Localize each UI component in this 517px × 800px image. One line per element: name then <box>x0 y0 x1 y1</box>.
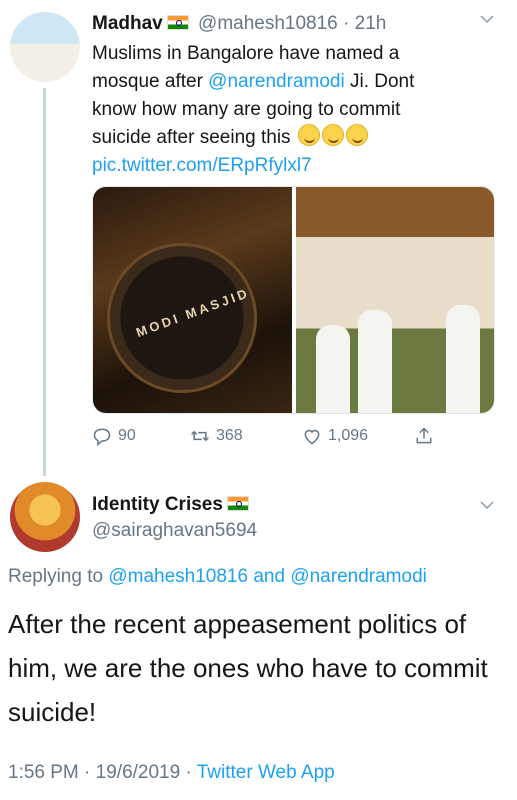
tweet-text-line: know how many are going to commit <box>92 99 401 120</box>
like-count: 1,096 <box>328 427 369 444</box>
share-button[interactable] <box>414 426 434 446</box>
replying-and: and <box>248 566 291 587</box>
chevron-down-icon[interactable] <box>478 496 496 519</box>
tweet-meta: 1:56 PM · 19/6/2019 · Twitter Web App <box>8 762 335 784</box>
separator-dot: · <box>343 13 350 34</box>
reply-icon <box>93 428 111 446</box>
replying-label: Replying to <box>8 566 109 587</box>
retweet-count: 368 <box>216 427 243 444</box>
thread-line <box>43 88 46 476</box>
tweet-time[interactable]: 21h <box>355 13 387 34</box>
user-handle[interactable]: @mahesh10816 <box>198 13 338 34</box>
india-flag-icon <box>166 15 189 30</box>
tweet-text: Muslims in Bangalore have named a mosque… <box>92 40 502 180</box>
tweet-text: After the recent appeasement politics of… <box>8 609 488 727</box>
mention-link[interactable]: @mahesh10816 <box>108 566 248 587</box>
tweet-media[interactable]: MODI MASJID <box>92 186 495 414</box>
tweet-text-line: mosque after <box>92 71 209 92</box>
tweet-source[interactable]: Twitter Web App <box>197 762 335 783</box>
replying-to: Replying to @mahesh10816 and @narendramo… <box>8 566 427 588</box>
separator-dot: · <box>84 762 91 783</box>
mention-link[interactable]: @narendramodi <box>208 71 345 92</box>
user-name[interactable]: Madhav <box>92 13 163 34</box>
tweet-date[interactable]: 19/6/2019 <box>96 762 181 783</box>
india-flag-icon <box>226 496 249 511</box>
user-name-row: Identity Crises <box>92 494 253 516</box>
person-figure <box>316 325 350 413</box>
media-link[interactable]: pic.twitter.com/ERpRfylxl7 <box>92 155 312 176</box>
tweet-text-line: Ji. Dont <box>344 71 415 92</box>
media-photo-sign[interactable]: MODI MASJID <box>93 187 292 413</box>
grinning-emoji-icon <box>321 124 344 146</box>
chevron-down-icon[interactable] <box>478 10 496 33</box>
tweet-text-line: Muslims in Bangalore have named a <box>92 43 400 64</box>
person-figure <box>358 310 392 413</box>
avatar[interactable] <box>10 482 80 552</box>
user-name[interactable]: Identity Crises <box>92 494 223 515</box>
tweet-actions: 90 368 1,096 <box>92 426 452 450</box>
person-figure <box>446 305 480 413</box>
like-button[interactable]: 1,096 <box>302 426 368 446</box>
separator-dot: · <box>185 762 192 783</box>
mention-link[interactable]: @narendramodi <box>290 566 427 587</box>
reply-count: 90 <box>118 427 136 444</box>
user-handle[interactable]: @sairaghavan5694 <box>92 520 257 542</box>
retweet-button[interactable]: 368 <box>190 426 243 446</box>
grinning-emoji-icon <box>297 124 320 146</box>
tweet-text-line: suicide after seeing this <box>92 127 296 148</box>
grinning-emoji-icon <box>345 124 368 146</box>
media-photo-interior[interactable] <box>296 187 494 413</box>
share-icon <box>416 427 432 444</box>
tweet-header: Madhav @mahesh10816 · 21h <box>92 12 386 36</box>
retweet-icon <box>191 430 209 442</box>
like-icon <box>304 429 320 445</box>
avatar[interactable] <box>10 12 80 82</box>
reply-button[interactable]: 90 <box>92 426 136 446</box>
tweet-time[interactable]: 1:56 PM <box>8 762 79 783</box>
